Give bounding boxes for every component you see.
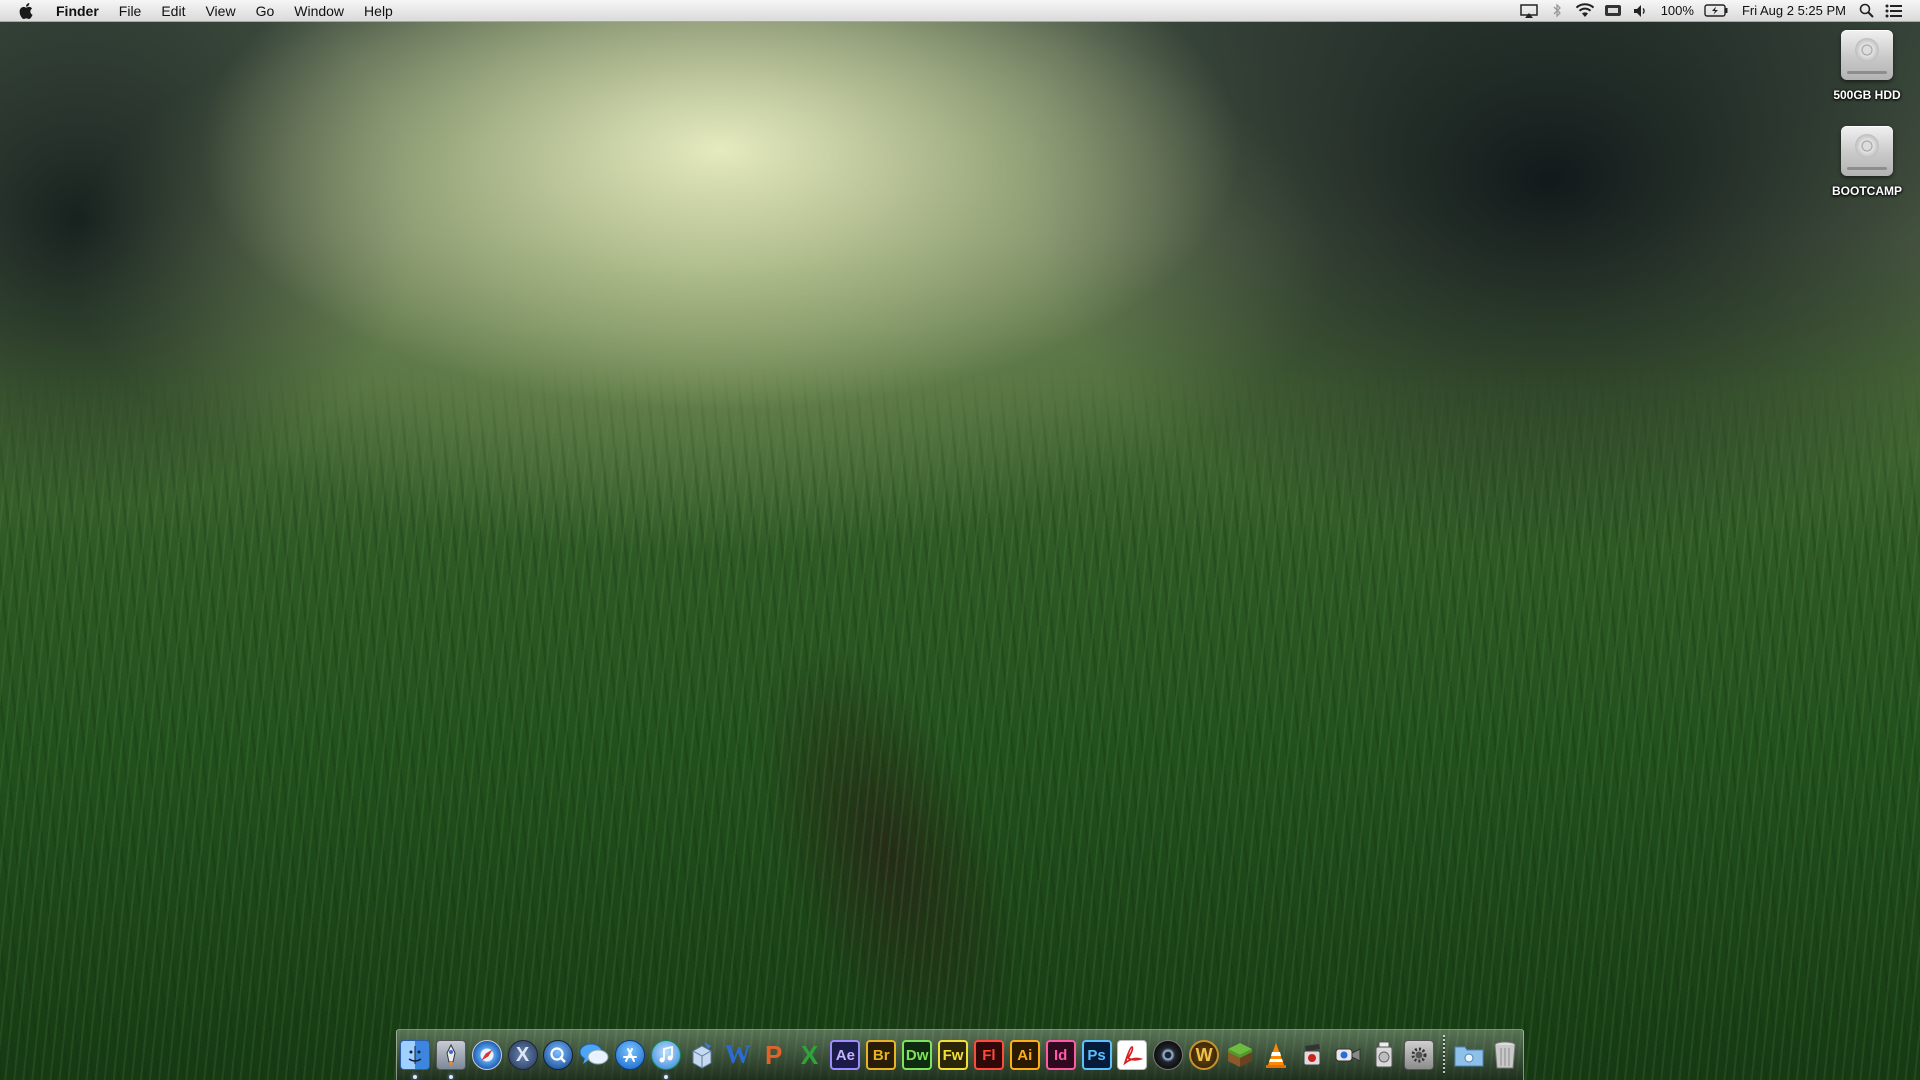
- dock-safari[interactable]: [471, 1038, 503, 1072]
- airplay-icon[interactable]: [1519, 3, 1539, 19]
- app-store-icon: [615, 1040, 646, 1070]
- dock-powerpoint[interactable]: P: [758, 1038, 790, 1072]
- desktop-drive-500gb[interactable]: 500GB HDD: [1812, 30, 1920, 102]
- film-slate-icon: [1297, 1040, 1327, 1070]
- dock-indesign[interactable]: Id: [1045, 1038, 1077, 1072]
- battery-percentage[interactable]: 100%: [1661, 3, 1694, 18]
- compass-icon: [471, 1040, 502, 1070]
- dock-after-effects[interactable]: Ae: [829, 1038, 861, 1072]
- flash-icon: Fl: [973, 1040, 1004, 1070]
- desktop-icon-label: BOOTCAMP: [1832, 184, 1902, 198]
- menu-help[interactable]: Help: [354, 0, 403, 22]
- dock-trash[interactable]: [1489, 1038, 1521, 1072]
- acrobat-icon: [1117, 1040, 1148, 1070]
- folder-icon: [1454, 1040, 1484, 1070]
- fireworks-icon: Fw: [938, 1040, 969, 1070]
- wallpaper-path: [629, 520, 1111, 1080]
- wifi-icon[interactable]: [1575, 3, 1595, 19]
- dock-minecraft[interactable]: [1224, 1038, 1256, 1072]
- dock-dreamweaver[interactable]: Dw: [901, 1038, 933, 1072]
- disk-utility-icon: [1369, 1040, 1399, 1070]
- dock-app-store[interactable]: [614, 1038, 646, 1072]
- dock-acrobat[interactable]: [1116, 1038, 1148, 1072]
- dock-separator: [1443, 1035, 1446, 1075]
- bluetooth-icon[interactable]: [1547, 3, 1567, 19]
- video-camera-icon: [1333, 1040, 1363, 1070]
- dock: X W P X Ae Br Dw Fw Fl Ai Id Ps W: [396, 1029, 1524, 1080]
- dock-messages[interactable]: [578, 1038, 610, 1072]
- disc-icon: [1153, 1040, 1184, 1070]
- music-note-icon: [651, 1040, 682, 1070]
- hard-drive-icon[interactable]: [1841, 30, 1893, 80]
- wow-icon: W: [1189, 1040, 1220, 1070]
- keyboard-icon[interactable]: [1603, 3, 1623, 19]
- dock-dvd-player[interactable]: [1152, 1038, 1184, 1072]
- dock-utility[interactable]: [1296, 1038, 1328, 1072]
- apple-icon[interactable]: [19, 2, 35, 20]
- desktop-drive-bootcamp[interactable]: BOOTCAMP: [1812, 126, 1920, 198]
- traffic-cone-icon: [1261, 1040, 1291, 1070]
- running-indicator: [664, 1075, 669, 1079]
- rocket-icon: [435, 1040, 466, 1070]
- dock-excel[interactable]: X: [794, 1038, 826, 1072]
- clock[interactable]: Fri Aug 2 5:25 PM: [1742, 3, 1846, 18]
- menu-window[interactable]: Window: [284, 0, 354, 22]
- trash-icon: [1490, 1040, 1520, 1070]
- bridge-icon: Br: [866, 1040, 897, 1070]
- menu-edit[interactable]: Edit: [151, 0, 195, 22]
- excel-icon: X: [800, 1039, 819, 1070]
- dock-folder-stack[interactable]: [1453, 1038, 1485, 1072]
- menu-go[interactable]: Go: [246, 0, 285, 22]
- hard-drive-icon[interactable]: [1841, 126, 1893, 176]
- chat-bubbles-icon: [579, 1040, 609, 1070]
- notification-center-icon[interactable]: [1884, 3, 1904, 19]
- dock-photoshop[interactable]: Ps: [1081, 1038, 1113, 1072]
- photoshop-icon: Ps: [1081, 1040, 1112, 1070]
- dock-vlc[interactable]: [1260, 1038, 1292, 1072]
- dock-flash[interactable]: Fl: [973, 1038, 1005, 1072]
- volume-icon[interactable]: [1631, 3, 1651, 19]
- dock-fireworks[interactable]: Fw: [937, 1038, 969, 1072]
- grass-block-icon: [1225, 1040, 1255, 1070]
- dock-video[interactable]: [1332, 1038, 1364, 1072]
- x-logo-icon: X: [507, 1040, 538, 1070]
- desktop-icon-label: 500GB HDD: [1833, 88, 1901, 102]
- menu-finder[interactable]: Finder: [51, 0, 109, 22]
- indesign-icon: Id: [1045, 1040, 1076, 1070]
- dock-launchpad[interactable]: [435, 1038, 467, 1079]
- powerpoint-icon: P: [764, 1039, 783, 1070]
- quicktime-icon: [543, 1040, 574, 1070]
- dock-disk-utility[interactable]: [1368, 1038, 1400, 1072]
- menu-file[interactable]: File: [109, 0, 152, 22]
- dock-package[interactable]: [686, 1038, 718, 1072]
- dock-system-preferences[interactable]: [1403, 1038, 1435, 1072]
- spotlight-icon[interactable]: [1856, 3, 1876, 19]
- dock-illustrator[interactable]: Ai: [1009, 1038, 1041, 1072]
- dock-quicktime[interactable]: [542, 1038, 574, 1072]
- running-indicator: [448, 1075, 453, 1079]
- dock-mac-os-x[interactable]: X: [507, 1038, 539, 1072]
- word-icon: W: [724, 1040, 751, 1069]
- dock-bridge[interactable]: Br: [865, 1038, 897, 1072]
- dock-world-of-warcraft[interactable]: W: [1188, 1038, 1220, 1072]
- package-icon: [687, 1040, 717, 1070]
- desktop-wallpaper: [0, 0, 1920, 1080]
- dock-word[interactable]: W: [722, 1038, 754, 1072]
- running-indicator: [412, 1075, 417, 1079]
- status-area: 100% Fri Aug 2 5:25 PM: [1515, 0, 1920, 22]
- illustrator-icon: Ai: [1009, 1040, 1040, 1070]
- dreamweaver-icon: Dw: [902, 1040, 933, 1070]
- menu-view[interactable]: View: [195, 0, 245, 22]
- after-effects-icon: Ae: [830, 1040, 861, 1070]
- menu-bar: Finder File Edit View Go Window Help 100…: [0, 0, 1920, 22]
- finder-icon: [399, 1040, 430, 1070]
- battery-charging-icon[interactable]: [1704, 3, 1728, 19]
- dock-finder[interactable]: [399, 1038, 431, 1079]
- dock-itunes[interactable]: [650, 1038, 682, 1079]
- gear-icon: [1404, 1040, 1435, 1070]
